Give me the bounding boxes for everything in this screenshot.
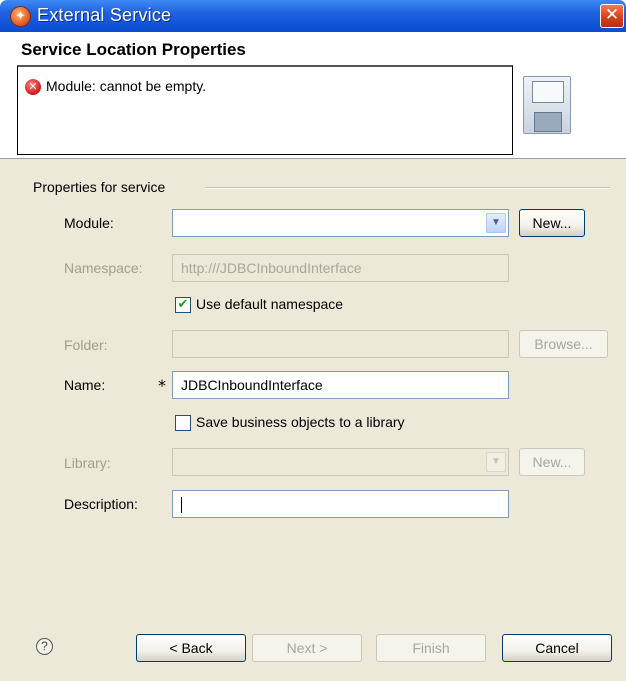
library-new-button[interactable]: New...: [519, 448, 585, 476]
next-button[interactable]: Next >: [252, 634, 362, 662]
name-field[interactable]: JDBCInboundInterface: [172, 371, 509, 399]
page-title: Service Location Properties: [21, 40, 246, 59]
error-icon: ✕: [25, 79, 41, 95]
name-label: Name:: [64, 377, 106, 393]
description-label: Description:: [64, 496, 138, 512]
close-button[interactable]: ✕: [600, 4, 624, 28]
module-combo[interactable]: ▼: [172, 209, 509, 237]
save-bo-library-label[interactable]: Save business objects to a library: [196, 414, 405, 430]
title-bar: ✦ External Service ✕: [0, 0, 626, 32]
module-new-button[interactable]: New...: [519, 209, 585, 237]
folder-label: Folder:: [64, 337, 108, 353]
namespace-label: Namespace:: [64, 260, 143, 276]
help-icon[interactable]: ?: [36, 638, 53, 655]
error-message-box: ✕ Module: cannot be empty.: [17, 65, 513, 155]
library-combo[interactable]: ▼: [172, 448, 509, 476]
group-label: Properties for service: [33, 179, 170, 195]
library-label: Library:: [64, 455, 111, 471]
chevron-down-icon[interactable]: ▼: [486, 213, 506, 233]
group-divider: [205, 187, 610, 189]
finish-button[interactable]: Finish: [376, 634, 486, 662]
save-bo-library-checkbox[interactable]: [175, 415, 191, 431]
folder-field[interactable]: [172, 330, 509, 358]
floppy-disk-icon: [523, 76, 571, 134]
error-message-text: Module: cannot be empty.: [46, 78, 207, 94]
browse-button[interactable]: Browse...: [519, 330, 608, 358]
description-field[interactable]: [172, 490, 509, 518]
window-title: External Service: [37, 5, 172, 25]
required-marker: *: [158, 376, 166, 395]
cancel-button[interactable]: Cancel: [502, 634, 612, 662]
back-button[interactable]: < Back: [136, 634, 246, 662]
text-caret: [181, 497, 182, 514]
namespace-field[interactable]: http:///JDBCInboundInterface: [172, 254, 509, 282]
use-default-namespace-checkbox[interactable]: ✔: [175, 297, 191, 313]
app-icon: ✦: [11, 7, 30, 26]
use-default-namespace-label[interactable]: Use default namespace: [196, 296, 343, 312]
chevron-down-icon[interactable]: ▼: [486, 452, 506, 472]
module-label: Module:: [64, 215, 114, 231]
